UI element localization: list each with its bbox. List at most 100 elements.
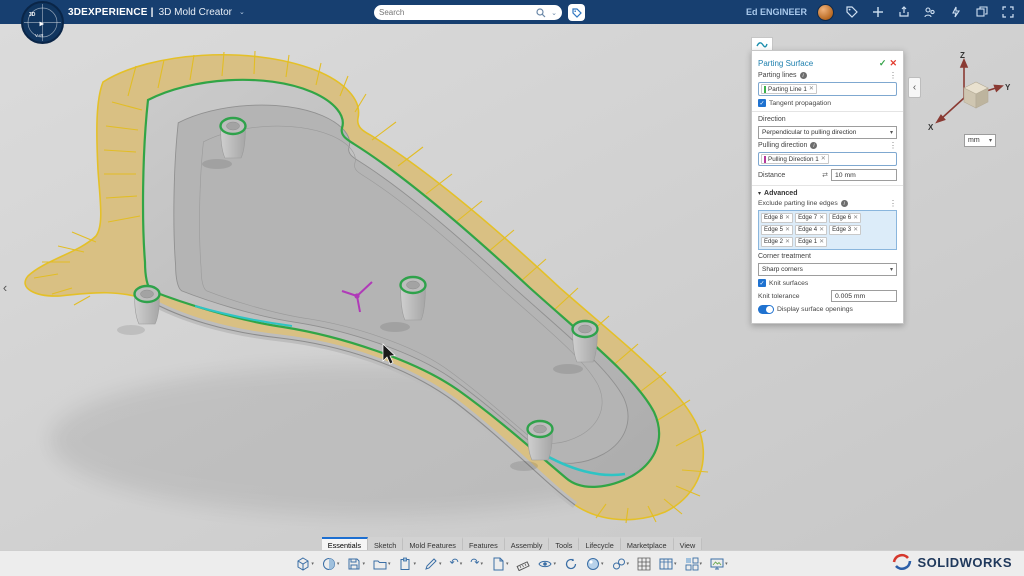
edge-chip[interactable]: Edge 2✕ [761, 237, 793, 247]
app-switcher[interactable]: 3D Mold Creator [159, 7, 232, 18]
parting-surface-panel-tab[interactable] [751, 37, 773, 51]
panel-collapse-button[interactable]: ‹ [908, 77, 921, 98]
tangent-propagation-checkbox[interactable]: ✓ [758, 99, 766, 107]
share-button[interactable] [896, 4, 912, 20]
measure-button[interactable] [514, 554, 532, 574]
user-avatar[interactable] [817, 4, 834, 21]
tab-view[interactable]: View [674, 537, 703, 550]
edge-chip[interactable]: Edge 1✕ [795, 237, 827, 247]
display-surface-openings-label: Display surface openings [777, 306, 853, 313]
tab-features[interactable]: Features [463, 537, 505, 550]
compass-3d-label: 3D [29, 12, 36, 18]
pulling-direction-chip[interactable]: Pulling Direction 1 ✕ [761, 154, 829, 164]
chip-label: Edge 7 [798, 215, 817, 221]
pulling-direction-input[interactable]: Pulling Direction 1 ✕ [758, 152, 897, 166]
tab-sketch[interactable]: Sketch [368, 537, 403, 550]
redo-button[interactable]: ↷▾ [468, 554, 485, 574]
knit-tolerance-input[interactable]: 0.005 mm [831, 290, 897, 302]
parting-lines-menu-button[interactable]: ⋮ [889, 73, 897, 79]
remove-chip-button[interactable]: ✕ [853, 215, 858, 221]
triad-cube[interactable] [964, 82, 988, 108]
paste-icon [398, 557, 412, 571]
tab-marketplace[interactable]: Marketplace [621, 537, 674, 550]
tab-mold-features[interactable]: Mold Features [403, 537, 463, 550]
remove-chip-button[interactable]: ✕ [821, 156, 826, 162]
user-name[interactable]: Ed ENGINEER [746, 7, 807, 17]
tab-essentials[interactable]: Essentials [322, 537, 368, 550]
parting-line-chip[interactable]: Parting Line 1 ✕ [761, 84, 817, 94]
cancel-button[interactable]: ✕ [889, 58, 897, 69]
direction-select[interactable]: Perpendicular to pulling direction ▾ [758, 126, 897, 139]
open-button[interactable]: ▾ [371, 554, 393, 574]
appearance-button[interactable]: ▾ [584, 554, 606, 574]
remove-chip-button[interactable]: ✕ [819, 239, 824, 245]
units-select[interactable]: mm ▾ [964, 134, 996, 147]
refresh-button[interactable] [562, 554, 580, 574]
table-button[interactable]: ▾ [657, 554, 679, 574]
assistant-button[interactable] [948, 4, 964, 20]
advanced-expander-icon[interactable]: ▾ [758, 190, 761, 197]
tag-search-button[interactable] [568, 4, 585, 21]
global-search[interactable]: ⌄ [374, 5, 562, 20]
tab-tools[interactable]: Tools [549, 537, 579, 550]
remove-chip-button[interactable]: ✕ [819, 215, 824, 221]
search-icon[interactable] [536, 8, 546, 18]
excluded-edges-box[interactable]: Edge 8✕ Edge 7✕ Edge 6✕ Edge 5✕ Edge 4✕ … [758, 210, 897, 250]
remove-chip-button[interactable]: ✕ [785, 215, 790, 221]
display-style-button[interactable]: ▾ [294, 554, 316, 574]
view-orientation-triad[interactable]: Z Y X [922, 48, 1014, 136]
parting-lines-input[interactable]: Parting Line 1 ✕ [758, 82, 897, 96]
corner-treatment-select[interactable]: Sharp corners ▾ [758, 263, 897, 276]
edge-chip[interactable]: Edge 3✕ [829, 225, 861, 235]
visibility-button[interactable]: ▾ [536, 554, 558, 574]
tab-lifecycle[interactable]: Lifecycle [579, 537, 620, 550]
search-input[interactable] [379, 8, 533, 17]
advanced-label[interactable]: Advanced [764, 190, 797, 197]
paste-button[interactable]: ▾ [396, 554, 418, 574]
remove-chip-button[interactable]: ✕ [809, 86, 814, 92]
collaboration-button[interactable] [922, 4, 938, 20]
compass-play-icon[interactable]: ▶ [40, 22, 45, 28]
views-button[interactable]: ▾ [683, 554, 705, 574]
formula-icon[interactable]: ⇄ [822, 171, 828, 179]
display-surface-openings-toggle[interactable] [758, 305, 774, 314]
knit-surfaces-checkbox[interactable]: ✓ [758, 279, 766, 287]
remove-chip-button[interactable]: ✕ [853, 227, 858, 233]
edge-chip[interactable]: Edge 7✕ [795, 213, 827, 223]
open-icon [373, 557, 387, 571]
edge-chip[interactable]: Edge 8✕ [761, 213, 793, 223]
add-content-button[interactable] [870, 4, 886, 20]
tag-navigator-button[interactable] [844, 4, 860, 20]
3dexperience-compass[interactable]: 3D V+R ▶ [20, 0, 65, 45]
app-switcher-caret-icon[interactable]: ⌄ [239, 8, 245, 16]
remove-chip-button[interactable]: ✕ [785, 227, 790, 233]
axis-z-label: Z [960, 51, 965, 60]
apply-button[interactable]: ✓ [879, 58, 887, 69]
exclude-edges-menu-button[interactable]: ⋮ [889, 201, 897, 207]
tag-icon [572, 8, 582, 18]
knit-surfaces-label: Knit surfaces [769, 280, 808, 287]
save-button[interactable]: ▾ [345, 554, 367, 574]
widgets-button[interactable] [974, 4, 990, 20]
mate-button[interactable]: ▾ [610, 554, 632, 574]
remove-chip-button[interactable]: ✕ [819, 227, 824, 233]
brand-3dexperience: 3DEXPERIENCE | [68, 7, 154, 18]
left-panel-expander[interactable]: ‹ [0, 276, 10, 298]
sketch-button[interactable]: ▾ [422, 554, 444, 574]
render-icon [710, 557, 724, 571]
edge-chip[interactable]: Edge 6✕ [829, 213, 861, 223]
tab-assembly[interactable]: Assembly [505, 537, 550, 550]
edge-chip[interactable]: Edge 5✕ [761, 225, 793, 235]
undo-button[interactable]: ↶▾ [448, 554, 465, 574]
render-button[interactable]: ▾ [708, 554, 730, 574]
search-options-caret-icon[interactable]: ⌄ [551, 9, 557, 17]
distance-input[interactable]: 10 mm [831, 169, 897, 181]
section-view-button[interactable]: ▾ [320, 554, 342, 574]
export-button[interactable]: ▾ [489, 554, 511, 574]
edge-chip[interactable]: Edge 4✕ [795, 225, 827, 235]
pulling-direction-menu-button[interactable]: ⋮ [889, 143, 897, 149]
fullscreen-button[interactable] [1000, 4, 1016, 20]
remove-chip-button[interactable]: ✕ [785, 239, 790, 245]
grid-button[interactable] [635, 554, 653, 574]
assistant-icon [950, 6, 962, 18]
